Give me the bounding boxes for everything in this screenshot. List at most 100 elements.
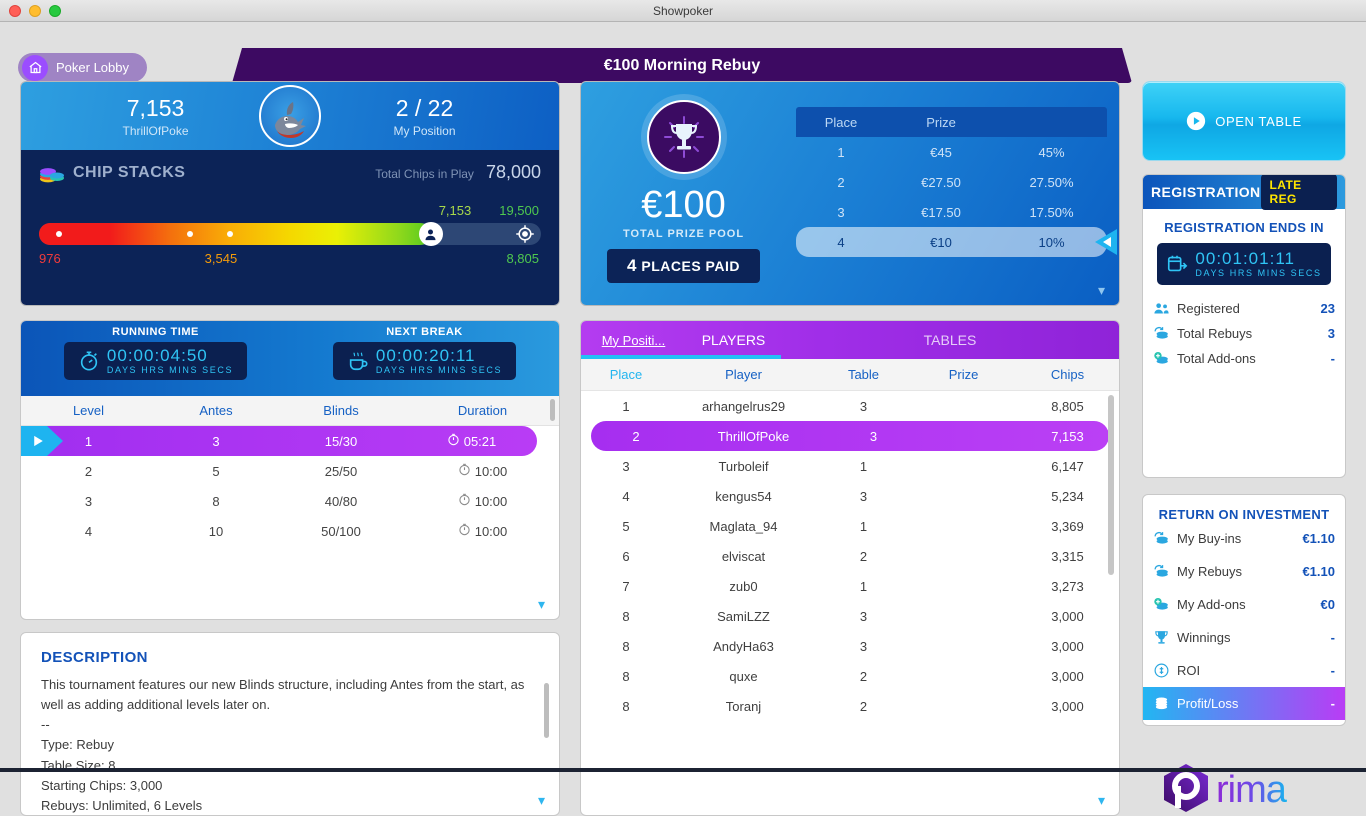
trophy-badge: [640, 94, 727, 180]
player-row[interactable]: 6 elviscat 2 3,315: [581, 541, 1119, 571]
chip-leader-target-icon: [515, 224, 535, 244]
open-table-label: OPEN TABLE: [1215, 113, 1302, 129]
my-position-label: My Position: [393, 123, 456, 138]
roi-stat-row[interactable]: Winnings -: [1143, 621, 1345, 654]
player-chips: 3,000: [1051, 698, 1084, 714]
registration-countdown: 00:01:01:11 DAYS HRS MINS SECS: [1157, 243, 1331, 285]
my-position-marker-icon: [418, 222, 443, 246]
tab-tables[interactable]: TABLES: [781, 321, 1119, 359]
players-expand-chevron-icon[interactable]: ▾: [1098, 792, 1105, 809]
top-navigation: Poker Lobby €100 Morning Rebuy: [0, 22, 1366, 83]
bar-min-label: 976: [39, 251, 61, 266]
level-row[interactable]: 2 5 25/50 10:00: [21, 456, 559, 486]
running-time-label: RUNNING TIME: [112, 326, 199, 338]
prize-row-selector-arrow-icon: [1095, 229, 1117, 255]
prize-table-body: 1 €45 45% 2 €27.50 27.50% 3 €17.50 17.50% 4 €10 10%: [796, 137, 1117, 257]
players-header-prize: Prize: [948, 367, 979, 382]
registration-stat-value: 3: [1327, 325, 1335, 341]
chip-distribution-bar[interactable]: [39, 222, 541, 246]
description-expand-chevron-icon[interactable]: ▾: [538, 792, 545, 809]
player-place: 8: [622, 608, 630, 624]
player-row[interactable]: 1 arhangelrus29 3 8,805: [581, 391, 1119, 421]
registration-stat-row: Total Rebuys 3: [1143, 321, 1345, 346]
prize-row-pct: 10%: [1038, 234, 1065, 250]
coffee-cup-icon: [347, 350, 369, 372]
prize-row[interactable]: 4 €10 10%: [796, 227, 1117, 257]
levels-scrollbar[interactable]: [550, 399, 555, 421]
player-place: 3: [622, 458, 630, 474]
registration-stat-value: 23: [1320, 300, 1335, 316]
player-row[interactable]: 7 zub0 1 3,273: [581, 571, 1119, 601]
prize-row-place: 1: [837, 144, 845, 160]
roi-stat-row[interactable]: Profit/Loss -: [1143, 687, 1345, 720]
level-row[interactable]: 1 3 15/30 05:21: [21, 426, 537, 456]
player-place: 6: [622, 548, 630, 564]
player-name: quxe: [729, 668, 758, 684]
player-table: 2: [859, 548, 868, 564]
next-break-label: NEXT BREAK: [386, 326, 463, 338]
blind-levels-panel: RUNNING TIME 00:00:04:50 DAYS HRS MINS S…: [20, 320, 560, 620]
prize-row[interactable]: 2 €27.50 27.50%: [796, 167, 1107, 197]
places-paid-button[interactable]: 4 PLACES PAID: [607, 249, 760, 283]
player-row[interactable]: 2 ThrillOfPoke 3 7,153: [591, 421, 1109, 451]
registration-stat-label: Total Add-ons: [1177, 350, 1256, 366]
bar-player-dot: [226, 231, 233, 237]
player-chips: 3,000: [1051, 638, 1084, 654]
players-header-player: Player: [725, 367, 762, 382]
player-name: zub0: [729, 578, 758, 594]
next-break-digits: 00:00:20:11: [375, 346, 476, 365]
players-tabs: My Positi... PLAYERS TABLES: [581, 321, 1119, 359]
player-row[interactable]: 8 AndyHa63 3 3,000: [581, 631, 1119, 661]
chip-stacks-icon: [39, 163, 65, 183]
level-antes: 10: [208, 523, 224, 539]
player-chips: 3,000: [1051, 668, 1084, 684]
level-blinds: 25/50: [324, 463, 358, 479]
roi-stat-row[interactable]: My Add-ons €0: [1143, 588, 1345, 621]
levels-expand-chevron-icon[interactable]: ▾: [538, 596, 545, 613]
bar-mid-label: 3,545: [204, 251, 238, 266]
player-name: Maglata_94: [709, 518, 778, 534]
prize-row-prize: €45: [930, 144, 952, 160]
player-row[interactable]: 8 SamiLZZ 3 3,000: [581, 601, 1119, 631]
calendar-exit-icon: [1166, 253, 1188, 275]
prize-table-header: Place Prize: [796, 107, 1107, 137]
prize-row-place: 3: [837, 204, 845, 220]
bottom-edge: [0, 768, 1366, 772]
roi-stat-row[interactable]: My Buy-ins €1.10: [1143, 522, 1345, 555]
roi-stat-row[interactable]: My Rebuys €1.10: [1143, 555, 1345, 588]
prize-row[interactable]: 1 €45 45%: [796, 137, 1107, 167]
player-row[interactable]: 8 quxe 2 3,000: [581, 661, 1119, 691]
players-scrollbar[interactable]: [1108, 395, 1114, 575]
levels-header-antes: Antes: [199, 403, 233, 418]
prize-row[interactable]: 3 €17.50 17.50%: [796, 197, 1107, 227]
level-row[interactable]: 3 8 40/80 10:00: [21, 486, 559, 516]
players-header-place: Place: [609, 367, 643, 382]
places-paid-count: 4: [627, 256, 637, 275]
description-panel: DESCRIPTION This tournament features our…: [20, 632, 560, 816]
player-table: 1: [859, 458, 868, 474]
player-row[interactable]: 4 kengus54 3 5,234: [581, 481, 1119, 511]
buyin-chips-icon: [1153, 530, 1170, 547]
total-chips-value: 78,000: [485, 162, 541, 182]
player-place: 8: [622, 638, 630, 654]
player-table: 1: [859, 578, 868, 594]
prize-expand-chevron-icon[interactable]: ▾: [1098, 282, 1105, 299]
tab-my-position[interactable]: My Positi...: [581, 321, 686, 359]
active-tab-indicator: [581, 355, 781, 359]
player-row[interactable]: 5 Maglata_94 1 3,369: [581, 511, 1119, 541]
level-blinds: 15/30: [324, 433, 358, 449]
tab-players[interactable]: PLAYERS: [686, 321, 781, 359]
open-table-button[interactable]: OPEN TABLE: [1142, 81, 1346, 161]
description-scrollbar[interactable]: [544, 683, 549, 738]
window-titlebar: Showpoker: [0, 0, 1366, 22]
player-row[interactable]: 8 Toranj 2 3,000: [581, 691, 1119, 721]
prize-header-prize: Prize: [926, 114, 956, 130]
level-number: 3: [84, 493, 93, 509]
level-row[interactable]: 4 10 50/100 10:00: [21, 516, 559, 546]
player-row[interactable]: 3 Turboleif 1 6,147: [581, 451, 1119, 481]
registration-stat-label: Registered: [1177, 300, 1240, 316]
total-chips-label: Total Chips in Play: [375, 167, 474, 181]
players-table-body: 1 arhangelrus29 3 8,805 2 ThrillOfPoke 3 7,153 3…: [581, 391, 1119, 721]
chip-stacks-section: CHIP STACKS Total Chips in Play 78,000 7…: [21, 150, 559, 305]
roi-stat-row[interactable]: ROI -: [1143, 654, 1345, 687]
